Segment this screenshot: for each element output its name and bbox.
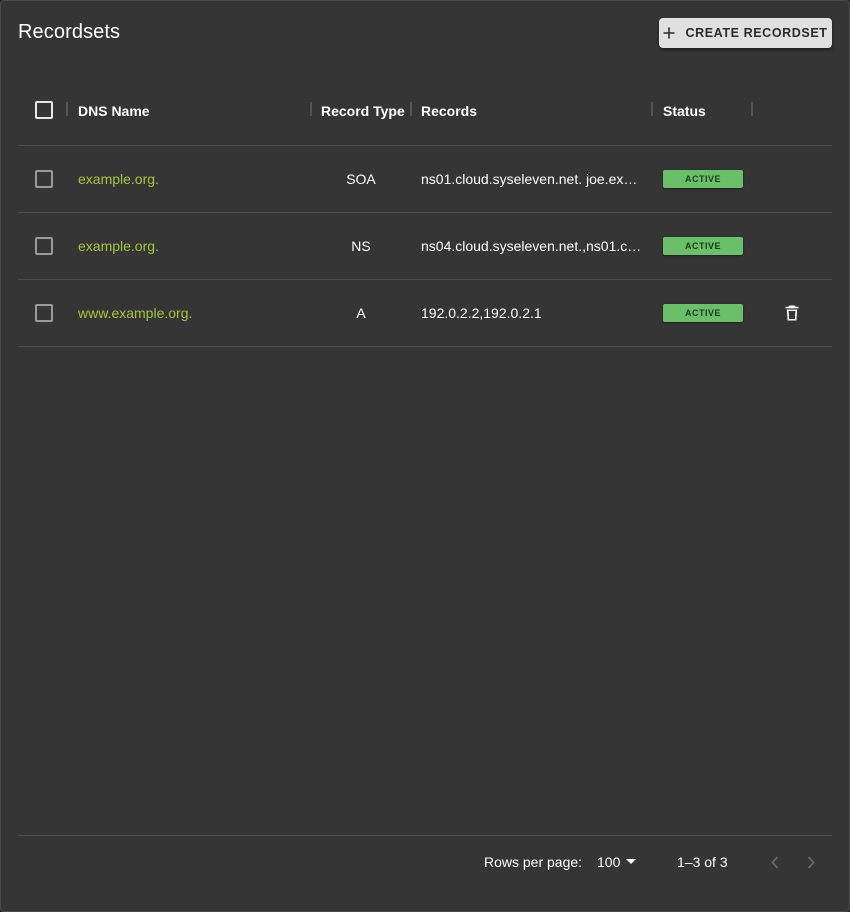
- row-select-checkbox[interactable]: [35, 170, 53, 188]
- row-select-checkbox[interactable]: [35, 304, 53, 322]
- record-type-cell: NS: [351, 238, 371, 254]
- column-header-status[interactable]: Status: [663, 76, 706, 145]
- record-type-cell: A: [356, 305, 366, 321]
- create-recordset-label: CREATE RECORDSET: [685, 26, 828, 40]
- chevron-right-icon: [807, 855, 815, 869]
- column-separator[interactable]: [751, 102, 753, 116]
- table-header: DNS Name Record Type Records Status: [18, 76, 832, 146]
- caret-down-icon: [626, 859, 637, 864]
- column-separator[interactable]: [651, 102, 653, 116]
- select-all-checkbox[interactable]: [35, 101, 53, 119]
- rows-per-page-label: Rows per page:: [484, 854, 583, 870]
- next-page-button[interactable]: [800, 851, 822, 873]
- status-badge: ACTIVE: [663, 237, 743, 255]
- column-header-record-type[interactable]: Record Type: [321, 76, 405, 145]
- dns-name-link[interactable]: www.example.org.: [78, 305, 192, 321]
- column-header-records[interactable]: Records: [421, 76, 477, 145]
- column-separator[interactable]: [310, 102, 312, 116]
- records-cell: ns01.cloud.syseleven.net. joe.ex…: [421, 171, 638, 187]
- column-separator[interactable]: [66, 102, 68, 116]
- plus-icon: [663, 27, 675, 39]
- table-row: example.org. NS ns04.cloud.syseleven.net…: [18, 213, 832, 280]
- record-type-cell: SOA: [346, 171, 376, 187]
- previous-page-button[interactable]: [764, 851, 786, 873]
- column-separator[interactable]: [410, 102, 412, 116]
- chevron-left-icon: [771, 855, 779, 869]
- pagination-range: 1–3 of 3: [677, 854, 728, 870]
- table-row: example.org. SOA ns01.cloud.syseleven.ne…: [18, 146, 832, 213]
- rows-per-page-select[interactable]: 100: [597, 836, 637, 888]
- create-recordset-button[interactable]: CREATE RECORDSET: [659, 18, 832, 48]
- dns-name-link[interactable]: example.org.: [78, 171, 159, 187]
- records-cell: ns04.cloud.syseleven.net.,ns01.c…: [421, 238, 642, 254]
- dns-name-link[interactable]: example.org.: [78, 238, 159, 254]
- delete-recordset-button[interactable]: [782, 303, 802, 323]
- records-cell: 192.0.2.2,192.0.2.1: [421, 305, 542, 321]
- table-pagination: Rows per page: 100 1–3 of 3: [18, 835, 832, 892]
- row-select-checkbox[interactable]: [35, 237, 53, 255]
- dns-name-cell: example.org.: [78, 146, 303, 212]
- table-row: www.example.org. A 192.0.2.2,192.0.2.1 A…: [18, 280, 832, 347]
- status-badge: ACTIVE: [663, 170, 743, 188]
- status-badge: ACTIVE: [663, 304, 743, 322]
- page-title: Recordsets: [18, 21, 121, 43]
- dns-name-cell: example.org.: [78, 213, 303, 279]
- rows-per-page-value: 100: [597, 854, 621, 870]
- recordsets-panel: Recordsets CREATE RECORDSET DNS Name Rec…: [0, 0, 850, 912]
- trash-icon: [785, 305, 799, 321]
- dns-name-cell: www.example.org.: [78, 280, 303, 346]
- column-header-dns-name[interactable]: DNS Name: [78, 76, 150, 145]
